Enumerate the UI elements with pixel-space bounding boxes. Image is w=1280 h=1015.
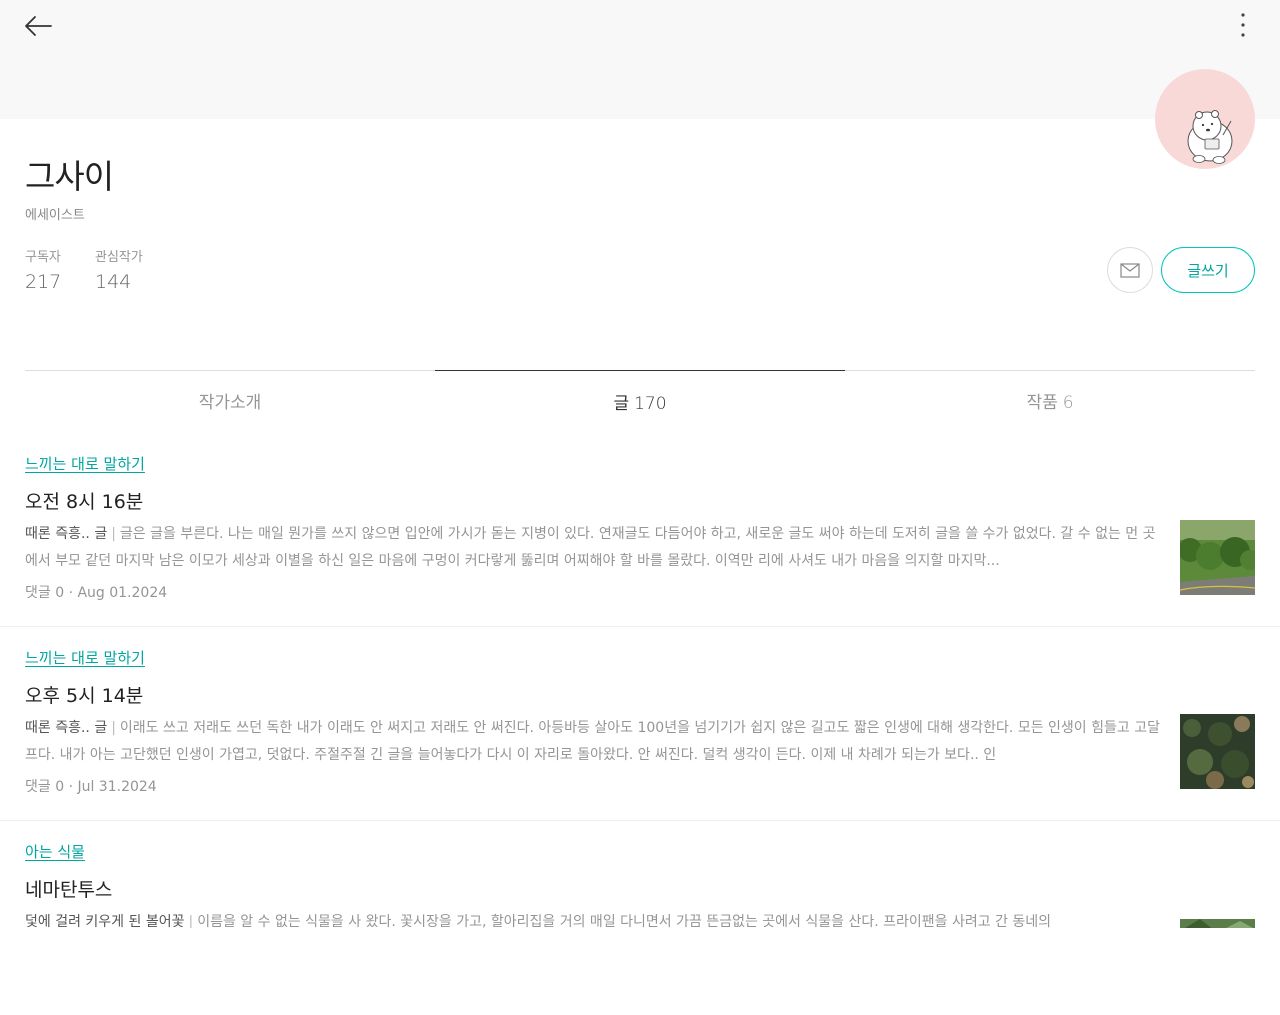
mail-icon — [1120, 262, 1140, 278]
following-count: 144 — [95, 271, 132, 293]
post-subtitle: 때론 즉흥.. 글 — [25, 720, 108, 736]
subscribers-label: 구독자 — [25, 250, 61, 265]
post-category[interactable]: 아는 식물 — [25, 841, 85, 862]
following-stat[interactable]: 관심작가 144 — [95, 246, 143, 293]
following-label: 관심작가 — [95, 250, 143, 265]
author-name: 그사이 — [25, 157, 114, 196]
post-excerpt-text: 이래도 쓰고 저래도 쓰던 독한 내가 이래도 안 써지고 저래도 안 써진다.… — [25, 720, 1160, 763]
tab-posts[interactable]: 글 170 — [435, 370, 845, 420]
post-subtitle: 때론 즉흥.. 글 — [25, 526, 108, 542]
tab-about[interactable]: 작가소개 — [25, 371, 435, 420]
post-excerpt-text: 글은 글을 부른다. 나는 매일 뭔가를 쓰지 않으면 입안에 가시가 돋는 지… — [25, 526, 1156, 569]
excerpt-separator: | — [111, 720, 116, 736]
subscribers-count: 217 — [25, 271, 62, 293]
profile-tabs: 작가소개 글 170 작품 6 — [25, 370, 1255, 420]
author-role: 에세이스트 — [25, 208, 85, 223]
post-category[interactable]: 느끼는 대로 말하기 — [25, 647, 145, 668]
more-vertical-icon — [1241, 13, 1245, 37]
post-item[interactable]: 느끼는 대로 말하기 오전 8시 16분 때론 즉흥.. 글 | 글은 글을 부른다… — [0, 433, 1280, 627]
post-excerpt: 때론 즉흥.. 글 | 글은 글을 부른다. 나는 매일 뭔가를 쓰지 않으면 입안… — [25, 521, 1160, 575]
post-excerpt-text: 이름을 알 수 없는 식물을 사 왔다. 꽃시장을 가고, 할아리집을 거의 매… — [197, 914, 1052, 928]
more-menu-button[interactable] — [1228, 10, 1258, 40]
post-excerpt: 덫에 걸려 키우게 된 볼어꽃 | 이름을 알 수 없는 식물을 사 왔다. 꽃시장… — [25, 909, 1160, 928]
post-meta: 댓글 0 · Jul 31.2024 — [25, 779, 157, 795]
post-thumbnail[interactable] — [1180, 916, 1255, 928]
tab-count: 6 — [1062, 393, 1074, 413]
post-thumbnail[interactable] — [1180, 520, 1255, 595]
post-excerpt: 때론 즉흥.. 글 | 이래도 쓰고 저래도 쓰던 독한 내가 이래도 안 써지고 … — [25, 715, 1160, 769]
post-meta: 댓글 0 · Aug 01.2024 — [25, 585, 168, 601]
post-subtitle: 덫에 걸려 키우게 된 볼어꽃 — [25, 914, 185, 928]
post-item[interactable]: 느끼는 대로 말하기 오후 5시 14분 때론 즉흥.. 글 | 이래도 쓰고 저래… — [0, 627, 1280, 821]
excerpt-separator: | — [111, 526, 116, 542]
post-category[interactable]: 느끼는 대로 말하기 — [25, 453, 145, 474]
write-button[interactable]: 글쓰기 — [1161, 247, 1255, 293]
plant-photo — [1180, 919, 1255, 928]
excerpt-separator: | — [188, 914, 194, 928]
subscribers-stat[interactable]: 구독자 217 — [25, 246, 61, 293]
tab-label: 작가소개 — [198, 393, 262, 413]
foliage-photo — [1180, 714, 1255, 789]
post-thumbnail[interactable] — [1180, 714, 1255, 789]
post-title[interactable]: 오후 5시 14분 — [25, 681, 143, 708]
garden-photo — [1180, 520, 1255, 595]
tab-label: 글 — [613, 394, 630, 414]
back-button[interactable] — [22, 10, 54, 42]
post-title[interactable]: 오전 8시 16분 — [25, 487, 143, 514]
tab-count: 170 — [634, 394, 667, 414]
post-item[interactable]: 아는 식물 네마탄투스 덫에 걸려 키우게 된 볼어꽃 | 이름을 알 수 없는 식… — [0, 821, 1280, 1015]
author-avatar[interactable] — [1155, 69, 1255, 169]
header-bar — [0, 0, 1280, 119]
post-title[interactable]: 네마탄투스 — [25, 875, 112, 902]
tab-label: 작품 — [1026, 393, 1058, 413]
tab-works[interactable]: 작품 6 — [845, 371, 1255, 420]
back-arrow-icon — [25, 16, 52, 36]
bear-illustration — [1187, 110, 1233, 164]
message-button[interactable] — [1107, 247, 1153, 293]
